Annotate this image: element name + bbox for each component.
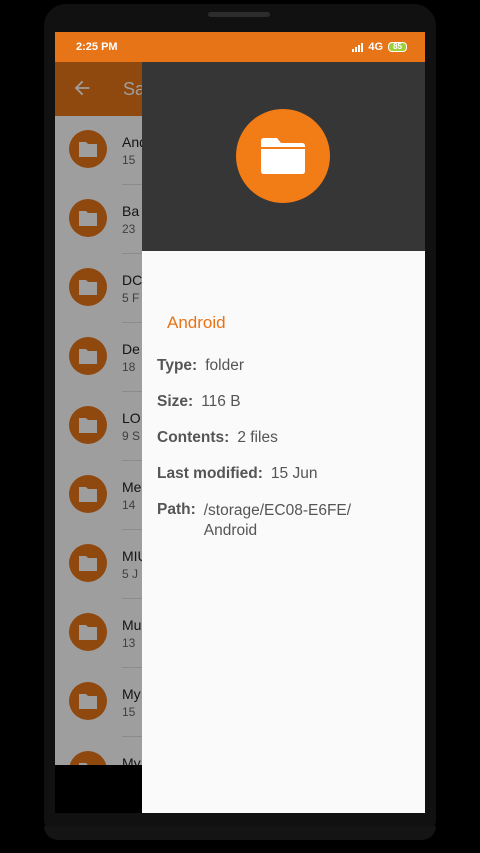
path-row: Path: /storage/EC08-E6FE/ Android [157,501,374,541]
type-value: folder [205,357,244,374]
network-type: 4G [368,41,384,53]
contents-row: Contents: 2 files [157,429,278,447]
size-row: Size: 116 B [157,393,241,411]
details-panel: Android Type: folder Size: 116 B Content… [142,62,425,813]
phone-speaker [208,12,270,17]
signal-icon [352,42,364,52]
modified-row: Last modified: 15 Jun [157,465,317,483]
type-row: Type: folder [157,357,244,375]
modified-label: Last modified: [157,465,263,482]
size-value: 116 B [201,393,241,410]
item-name: Android [167,313,226,332]
type-label: Type: [157,357,198,374]
size-label: Size: [157,393,194,410]
contents-value: 2 files [237,429,278,446]
status-bar: 2:25 PM 4G 85 [55,32,425,62]
status-time: 2:25 PM [76,41,118,53]
contents-label: Contents: [157,429,230,446]
status-icons: 4G 85 [352,41,407,53]
details-header [142,62,425,251]
battery-icon: 85 [388,42,407,52]
folder-icon [236,109,330,203]
path-value: /storage/EC08-E6FE/ Android [203,502,352,539]
path-label: Path: [157,501,196,518]
phone-chin [44,826,436,840]
screen: 2:25 PM 4G 85 Sa And 15 Ba 23 DC 5 F De … [55,32,425,813]
modified-value: 15 Jun [270,465,318,482]
